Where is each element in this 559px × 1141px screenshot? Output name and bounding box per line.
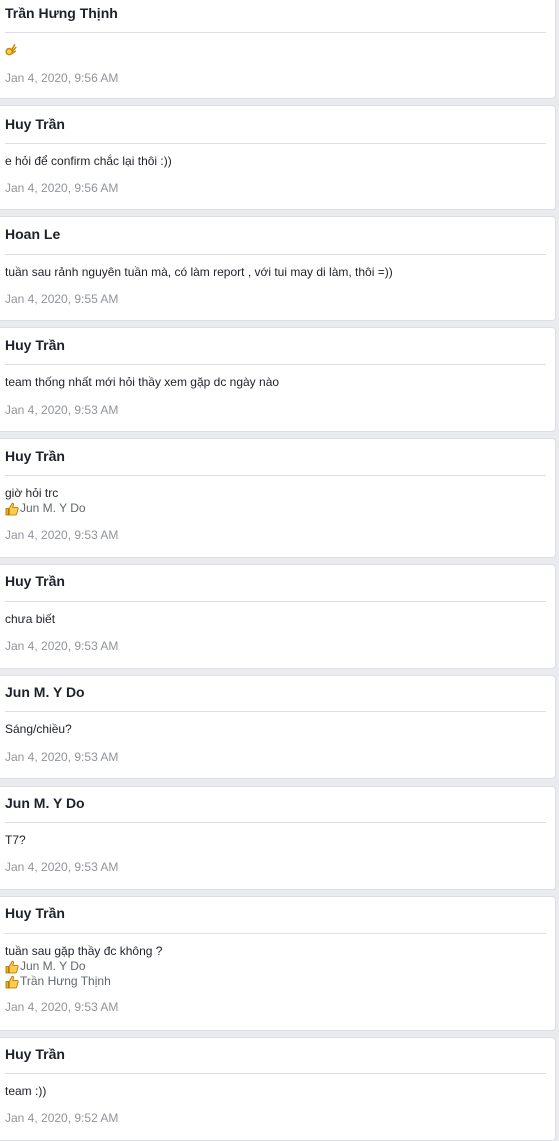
message-timestamp: Jan 4, 2020, 9:53 AM bbox=[5, 639, 119, 653]
thumbs-up-icon bbox=[5, 960, 19, 973]
message-card: Jun M. Y Do Sáng/chiều? Jan 4, 2020, 9:5… bbox=[0, 676, 555, 778]
message-card: Huy Trần tuần sau gặp thầy đc không ? Ju… bbox=[0, 897, 555, 1030]
message-divider bbox=[5, 822, 546, 823]
message-divider bbox=[5, 933, 546, 934]
message-body: tuần sau gặp thầy đc không ? Jun M. Y Do… bbox=[5, 944, 550, 989]
message-author[interactable]: Huy Trần bbox=[5, 116, 65, 132]
message-body: team :)) bbox=[5, 1084, 550, 1099]
message-divider bbox=[5, 32, 546, 33]
reaction-entry[interactable]: Trần Hưng Thịnh bbox=[5, 974, 550, 989]
message-card: Huy Trần giờ hỏi trc Jun M. Y Do Jan 4, … bbox=[0, 439, 555, 557]
message-author[interactable]: Huy Trần bbox=[5, 337, 65, 353]
message-body: giờ hỏi trc Jun M. Y Do bbox=[5, 486, 550, 516]
message-body: chưa biết bbox=[5, 612, 550, 627]
message-divider bbox=[5, 254, 546, 255]
message-divider bbox=[5, 1073, 546, 1074]
message-card: Jun M. Y Do T7? Jan 4, 2020, 9:53 AM bbox=[0, 787, 555, 889]
message-body: T7? bbox=[5, 833, 550, 848]
reaction-user: Trần Hưng Thịnh bbox=[20, 974, 111, 988]
message-timestamp: Jan 4, 2020, 9:53 AM bbox=[5, 860, 119, 874]
message-author[interactable]: Jun M. Y Do bbox=[5, 684, 85, 700]
message-text: T7? bbox=[5, 833, 26, 847]
message-card: Trần Hưng Thịnh Jan 4, 2020, 9:56 AM bbox=[0, 0, 555, 98]
message-divider bbox=[5, 601, 546, 602]
reaction-user: Jun M. Y Do bbox=[20, 959, 86, 973]
message-text: Sáng/chiều? bbox=[5, 722, 72, 736]
message-card: Hoan Le tuần sau rảnh nguyên tuần mà, có… bbox=[0, 217, 555, 320]
reaction-entry[interactable]: Jun M. Y Do bbox=[5, 501, 550, 516]
message-timestamp: Jan 4, 2020, 9:53 AM bbox=[5, 528, 119, 542]
message-text: giờ hỏi trc bbox=[5, 486, 59, 500]
message-body bbox=[5, 43, 550, 57]
message-card: Huy Trần team :)) Jan 4, 2020, 9:52 AM bbox=[0, 1038, 555, 1140]
message-text: e hỏi để confirm chắc lại thôi :)) bbox=[5, 154, 172, 168]
message-text: team :)) bbox=[5, 1084, 47, 1098]
message-divider bbox=[5, 711, 546, 712]
reaction-entry[interactable]: Jun M. Y Do bbox=[5, 959, 550, 974]
message-timestamp: Jan 4, 2020, 9:52 AM bbox=[5, 1111, 119, 1125]
message-card: Huy Trần e hỏi để confirm chắc lại thôi … bbox=[0, 106, 555, 209]
message-body: tuần sau rảnh nguyên tuần mà, có làm rep… bbox=[5, 265, 550, 280]
message-author[interactable]: Jun M. Y Do bbox=[5, 795, 85, 811]
message-author[interactable]: Huy Trần bbox=[5, 905, 65, 921]
message-timestamp: Jan 4, 2020, 9:53 AM bbox=[5, 1000, 119, 1014]
message-body: team thống nhất mới hỏi thầy xem gặp dc … bbox=[5, 375, 550, 390]
thumbs-up-icon bbox=[5, 975, 19, 988]
message-divider bbox=[5, 364, 546, 365]
message-timestamp: Jan 4, 2020, 9:55 AM bbox=[5, 292, 119, 306]
message-author[interactable]: Huy Trần bbox=[5, 448, 65, 464]
message-card: Huy Trần chưa biết Jan 4, 2020, 9:53 AM bbox=[0, 565, 555, 668]
thumbs-up-icon bbox=[5, 502, 19, 515]
message-timestamp: Jan 4, 2020, 9:56 AM bbox=[5, 71, 119, 85]
message-timestamp: Jan 4, 2020, 9:53 AM bbox=[5, 403, 119, 417]
message-author[interactable]: Huy Trần bbox=[5, 573, 65, 589]
reaction-user: Jun M. Y Do bbox=[20, 501, 86, 515]
message-timestamp: Jan 4, 2020, 9:56 AM bbox=[5, 181, 119, 195]
message-card: Huy Trần team thống nhất mới hỏi thầy xe… bbox=[0, 328, 555, 431]
message-body: Sáng/chiều? bbox=[5, 722, 550, 737]
message-divider bbox=[5, 143, 546, 144]
message-text: tuần sau gặp thầy đc không ? bbox=[5, 944, 163, 958]
message-feed: Trần Hưng Thịnh Jan 4, 2020, 9:56 AM Huy… bbox=[0, 0, 559, 1141]
message-text: chưa biết bbox=[5, 612, 56, 626]
message-author[interactable]: Hoan Le bbox=[5, 226, 60, 242]
message-divider bbox=[5, 475, 546, 476]
ok-hand-icon bbox=[5, 43, 550, 57]
message-author[interactable]: Huy Trần bbox=[5, 1046, 65, 1062]
message-timestamp: Jan 4, 2020, 9:53 AM bbox=[5, 750, 119, 764]
message-text: tuần sau rảnh nguyên tuần mà, có làm rep… bbox=[5, 265, 393, 279]
message-author[interactable]: Trần Hưng Thịnh bbox=[5, 5, 118, 21]
message-body: e hỏi để confirm chắc lại thôi :)) bbox=[5, 154, 550, 169]
message-text: team thống nhất mới hỏi thầy xem gặp dc … bbox=[5, 375, 280, 389]
